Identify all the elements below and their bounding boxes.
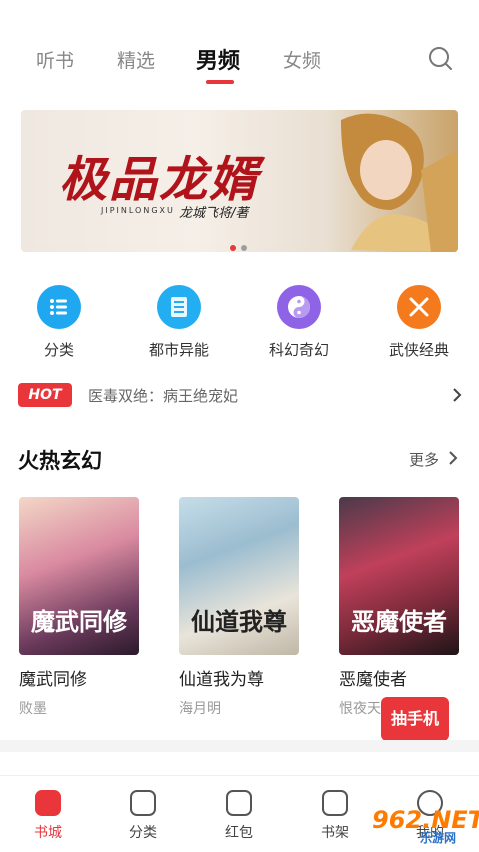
banner-pagination	[230, 236, 252, 252]
pagination-dot-active	[230, 245, 236, 251]
chevron-right-icon[interactable]	[452, 387, 462, 403]
yin-yang-icon	[277, 285, 321, 329]
tab-male[interactable]: 男频	[196, 43, 240, 75]
banner-title: 极品龙婿	[59, 152, 260, 208]
book-cover[interactable]: 魔武同修	[19, 497, 139, 655]
book-cover[interactable]: 仙道我尊	[179, 497, 299, 655]
book-author: 败墨	[19, 701, 47, 717]
cover-title: 魔武同修	[31, 607, 127, 636]
category-label: 分类	[43, 341, 74, 359]
nav-bookstore[interactable]: 书城	[18, 790, 78, 842]
promo-lottery-button[interactable]: 抽手机	[381, 697, 449, 741]
nav-category[interactable]: 分类	[113, 790, 173, 842]
book-title: 恶魔使者	[339, 670, 407, 690]
banner-pinyin: JIPINLONGXU	[101, 206, 175, 215]
tab-audiobook[interactable]: 听书	[36, 46, 74, 73]
tab-female[interactable]: 女频	[283, 46, 321, 73]
active-tab-indicator	[206, 80, 234, 84]
tab-featured[interactable]: 精选	[117, 46, 155, 73]
nav-bookshelf[interactable]: 书架	[305, 790, 365, 842]
book-author: 海月明	[179, 701, 221, 717]
section-title: 火热玄幻	[18, 449, 102, 473]
nav-label: 书架	[321, 825, 349, 841]
category-urban[interactable]: 都市异能	[139, 285, 219, 360]
cover-title: 恶魔使者	[351, 607, 447, 636]
nav-label: 红包	[225, 825, 253, 841]
book-cover[interactable]: 恶魔使者	[339, 497, 459, 655]
nav-label: 分类	[129, 825, 157, 841]
section-divider	[0, 740, 479, 752]
list-icon	[37, 285, 81, 329]
category-label: 都市异能	[148, 341, 209, 359]
building-icon	[157, 285, 201, 329]
category-label: 科幻奇幻	[268, 341, 329, 359]
category-wuxia[interactable]: 武侠经典	[379, 285, 459, 360]
book-card[interactable]: 仙道我尊 仙道我为尊 海月明	[179, 497, 299, 718]
nav-label: 书城	[34, 825, 62, 841]
featured-banner[interactable]: 极品龙婿 JIPINLONGXU 龙城飞将/著	[21, 110, 458, 252]
book-card[interactable]: 魔武同修 魔武同修 败墨	[19, 497, 139, 718]
hot-headline-link[interactable]: 医毒双绝：病王绝宠妃	[88, 385, 238, 406]
book-icon	[35, 790, 61, 816]
book-title: 魔武同修	[19, 670, 87, 690]
cover-title: 仙道我尊	[191, 607, 287, 636]
bookshelf-icon	[322, 790, 348, 816]
hot-badge: HOT	[18, 383, 72, 407]
banner-author: 龙城飞将/著	[179, 206, 249, 221]
top-tab-bar: 听书 精选 男频 女频	[0, 0, 479, 100]
swords-icon	[397, 285, 441, 329]
book-card[interactable]: 恶魔使者 恶魔使者 恨夜天	[339, 497, 459, 718]
category-all[interactable]: 分类	[19, 285, 99, 360]
pagination-dot	[241, 245, 247, 251]
nav-red-packet[interactable]: 红包	[209, 790, 269, 842]
watermark-subtext: 乐游网	[420, 831, 457, 845]
search-icon[interactable]	[428, 46, 452, 70]
banner-character-art	[341, 113, 458, 252]
category-scifi[interactable]: 科幻奇幻	[259, 285, 339, 360]
book-title: 仙道我为尊	[179, 670, 264, 690]
category-icon	[130, 790, 156, 816]
more-link[interactable]: 更多	[409, 449, 439, 470]
chevron-right-icon[interactable]	[448, 451, 458, 465]
category-label: 武侠经典	[388, 341, 449, 359]
red-packet-icon	[226, 790, 252, 816]
